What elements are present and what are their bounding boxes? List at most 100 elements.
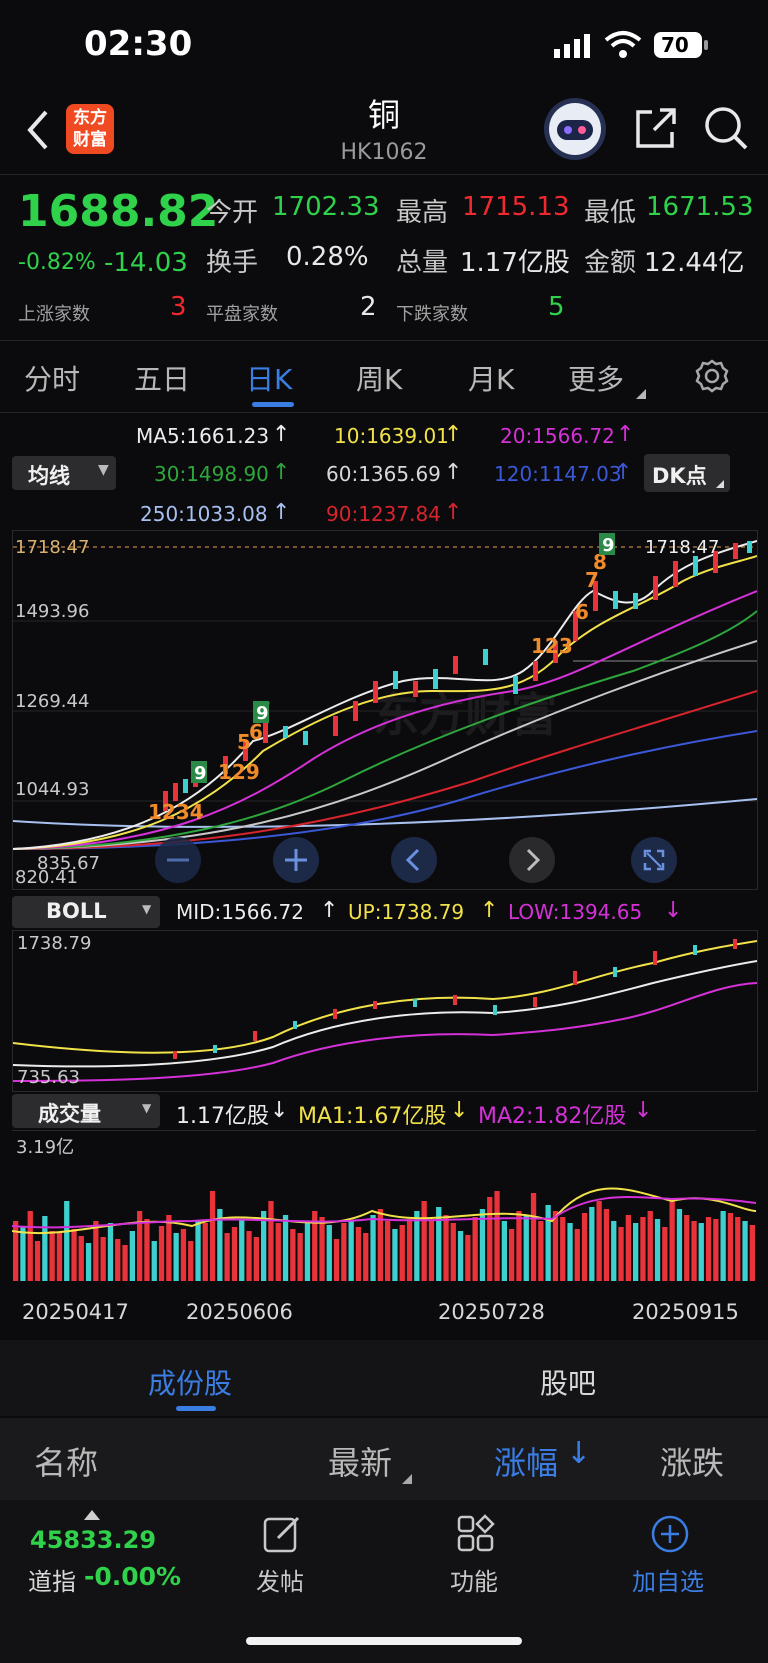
svg-text:123: 123 (531, 634, 573, 658)
volume-dropdown[interactable]: 成交量 ▼ (12, 1094, 160, 1128)
date-label: 20250728 (438, 1300, 545, 1324)
boll-chart[interactable]: 1738.79 735.63 (12, 930, 758, 1092)
volume-bar (290, 1229, 296, 1281)
volume-bar (494, 1191, 500, 1281)
volume-bar (231, 1227, 238, 1281)
home-indicator (246, 1637, 522, 1645)
col-change-pct[interactable]: 涨幅 (494, 1438, 558, 1484)
volume-bar (56, 1233, 63, 1281)
tab-forum[interactable]: 股吧 (540, 1362, 596, 1402)
col-latest[interactable]: 最新 (328, 1438, 392, 1484)
search-icon[interactable] (702, 104, 750, 152)
volume-ma1-arrow-icon: ↓ (450, 1098, 469, 1123)
volume-chart[interactable]: 3.19亿 (12, 1130, 756, 1289)
ma10-arrow-icon: ↑ (444, 422, 463, 447)
post-label[interactable]: 发帖 (256, 1562, 304, 1597)
tab-more[interactable]: 更多 (568, 358, 624, 398)
ma60-arrow-icon: ↑ (444, 460, 463, 485)
date-label: 20250606 (186, 1300, 293, 1324)
volume-bar (333, 1239, 340, 1281)
index-change: -0.00% (84, 1562, 182, 1591)
settings-gear-icon[interactable] (694, 358, 730, 394)
kline-chart[interactable]: 东方财富 1234129567 123678 9 9 9 17 (12, 530, 758, 890)
volume-bar (749, 1225, 755, 1281)
volume-bar (705, 1217, 712, 1281)
volume-bar (363, 1233, 369, 1281)
volume-bar (268, 1201, 274, 1281)
boll-dropdown[interactable]: BOLL ▼ (12, 896, 160, 928)
ma120-arrow-icon: ↑ (614, 460, 633, 485)
functions-label[interactable]: 功能 (450, 1562, 498, 1597)
ma250-value: 250:1033.08 (140, 502, 268, 526)
ma20-value: 20:1566.72 (500, 424, 615, 448)
y-tick-bottom: 820.41 (15, 867, 78, 888)
battery-level: 70 (661, 33, 689, 57)
tab-daily-k[interactable]: 日K (246, 358, 292, 398)
volume-y-tick: 3.19亿 (16, 1137, 75, 1158)
functions-grid-icon[interactable] (456, 1514, 496, 1554)
ma20-arrow-icon: ↑ (616, 422, 635, 447)
volume-bar (275, 1223, 281, 1281)
col-change[interactable]: 涨跌 (660, 1438, 724, 1484)
post-edit-icon[interactable] (262, 1514, 302, 1554)
open-value: 1702.33 (272, 192, 380, 222)
volume-bar (34, 1241, 41, 1281)
volume-bar (450, 1223, 456, 1281)
divider (0, 412, 768, 413)
volume-bar (341, 1223, 347, 1281)
volume-bar (603, 1209, 610, 1281)
volume-bar (100, 1237, 106, 1281)
svg-text:9: 9 (194, 763, 207, 784)
volume-bar (195, 1221, 201, 1281)
scroll-left-button[interactable] (391, 837, 437, 883)
share-icon[interactable] (632, 104, 680, 152)
volume-bar (647, 1211, 653, 1281)
zoom-in-button[interactable] (273, 837, 319, 883)
tab-intraday[interactable]: 分时 (24, 358, 80, 398)
fullscreen-icon[interactable] (631, 837, 677, 883)
volume-bar (421, 1201, 427, 1281)
boll-y-tick-bottom: 735.63 (17, 1067, 80, 1088)
volume-bar (107, 1223, 114, 1281)
dk-point-button[interactable]: DK点 (644, 454, 730, 492)
more-dropdown-icon (636, 384, 646, 399)
boll-mid-arrow-icon: ↑ (320, 898, 339, 923)
col-name[interactable]: 名称 (34, 1438, 98, 1484)
tab-monthly-k[interactable]: 月K (468, 358, 514, 398)
tab-constituents[interactable]: 成份股 (148, 1362, 232, 1402)
add-watchlist-icon[interactable] (650, 1514, 690, 1554)
volume-bar (49, 1231, 55, 1281)
robot-assistant-icon[interactable] (544, 98, 606, 160)
expand-up-icon[interactable] (84, 1510, 100, 1520)
tab-five-day[interactable]: 五日 (134, 358, 190, 398)
ma5-arrow-icon: ↑ (272, 422, 291, 447)
low-value: 1671.53 (646, 192, 754, 222)
volume-bar (552, 1211, 559, 1281)
volume-bar (78, 1236, 84, 1281)
volume-bar (173, 1233, 179, 1281)
volume-bar (523, 1215, 529, 1281)
scroll-right-button[interactable] (509, 837, 555, 883)
signal-icon (554, 34, 594, 58)
volume-bar (443, 1215, 449, 1281)
volume-bar (246, 1231, 252, 1281)
date-label: 20250417 (22, 1300, 129, 1324)
volume-bar (282, 1215, 289, 1281)
zoom-out-button[interactable] (155, 837, 201, 883)
volume-bar (355, 1227, 362, 1281)
ma-dropdown[interactable]: 均线 ▼ (12, 456, 116, 490)
volume-bar (501, 1221, 507, 1281)
add-watchlist-label[interactable]: 加自选 (632, 1562, 704, 1597)
volume-bar (122, 1245, 128, 1281)
boll-y-tick-top: 1738.79 (17, 933, 92, 954)
volume-bar (93, 1221, 99, 1281)
volume-bar (71, 1229, 77, 1281)
tab-weekly-k[interactable]: 周K (356, 358, 402, 398)
boll-mid: MID:1566.72 (176, 900, 304, 924)
bottom-section-tabs: 成份股 股吧 (0, 1340, 768, 1416)
index-value[interactable]: 45833.29 (30, 1526, 156, 1554)
volume-bar (115, 1239, 121, 1281)
down-count-label: 下跌家数 (396, 304, 468, 325)
column-header: 名称 最新 涨幅 ↓ 涨跌 (0, 1418, 768, 1500)
volume-bar (509, 1229, 515, 1281)
